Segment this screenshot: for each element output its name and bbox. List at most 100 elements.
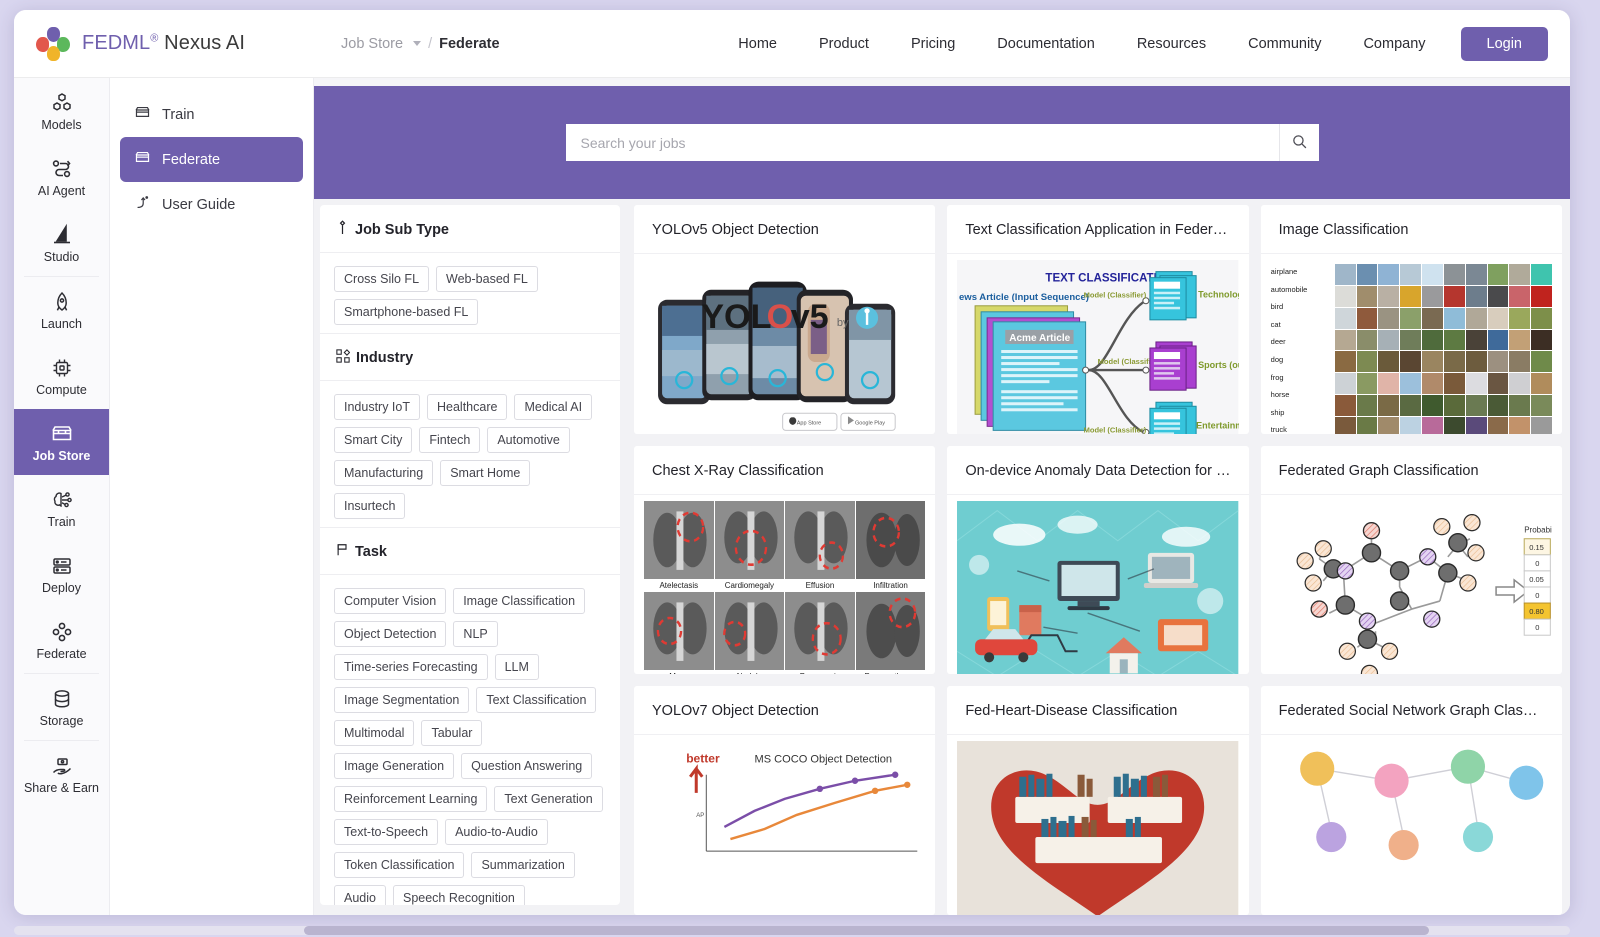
job-card[interactable]: YOLOv7 Object Detection better MS COCO O… <box>634 686 936 915</box>
filter-chips-job-sub-type: Cross Silo FL Web-based FL Smartphone-ba… <box>320 253 620 333</box>
nav-resources[interactable]: Resources <box>1116 28 1227 60</box>
nav-product[interactable]: Product <box>798 28 890 60</box>
filter-chip[interactable]: Text Classification <box>476 687 597 713</box>
nav-pricing[interactable]: Pricing <box>890 28 976 60</box>
content-area: Job Sub Type Cross Silo FL Web-based FL … <box>314 199 1570 915</box>
subnav-label-federate: Federate <box>162 151 221 168</box>
filter-chip[interactable]: Speech Recognition <box>392 885 525 905</box>
search-button[interactable] <box>1278 124 1319 161</box>
xray-image <box>644 591 714 670</box>
four-nodes-icon <box>50 620 74 644</box>
job-card[interactable]: Fed-Heart-Disease Classification <box>947 686 1249 915</box>
sidebar-label-share-earn: Share & Earn <box>23 780 100 795</box>
filter-chips-industry: Industry IoT Healthcare Medical AI Smart… <box>320 381 620 527</box>
filter-chip[interactable]: Smart City <box>334 427 413 453</box>
filter-chip[interactable]: Computer Vision <box>334 588 447 614</box>
job-card[interactable]: Image Classification airplane automobile… <box>1260 205 1562 434</box>
sidebar-item-federate[interactable]: Federate <box>14 607 109 673</box>
search-input[interactable] <box>565 124 1279 161</box>
filter-chip[interactable]: Image Classification <box>453 588 586 614</box>
job-card-title: YOLOv7 Object Detection <box>634 686 936 736</box>
job-card-thumbnail <box>957 741 1239 915</box>
filter-chip[interactable]: Industry IoT <box>334 394 420 420</box>
job-card-thumbnail: YOL O v5 by App Store Google Play <box>644 260 926 434</box>
subnav-item-train[interactable]: Train <box>120 92 303 137</box>
chevron-down-icon[interactable] <box>413 41 422 46</box>
cifar-label: deer <box>1270 337 1286 347</box>
cifar-label: bird <box>1270 302 1284 312</box>
cifar-label: ship <box>1270 407 1285 417</box>
cifar-image-grid <box>1334 264 1552 434</box>
industry-grid-icon <box>336 349 351 367</box>
nav-documentation[interactable]: Documentation <box>976 28 1116 60</box>
job-card-thumbnail <box>957 500 1239 675</box>
filter-panel: Job Sub Type Cross Silo FL Web-based FL … <box>320 205 620 905</box>
filter-chips-task: Computer Vision Image Classification Obj… <box>320 575 620 905</box>
job-card[interactable]: Chest X-Ray Classification Atelectasis C… <box>634 445 936 675</box>
filter-chip[interactable]: Reinforcement Learning <box>334 786 488 812</box>
filter-chip[interactable]: LLM <box>494 654 539 680</box>
filter-chip[interactable]: Smartphone-based FL <box>334 299 479 325</box>
nav-community[interactable]: Community <box>1227 28 1342 60</box>
xray-image <box>714 591 785 670</box>
filter-chip[interactable]: Image Generation <box>334 753 455 779</box>
filter-chip[interactable]: Text Generation <box>494 786 603 812</box>
nav-home[interactable]: Home <box>717 28 798 60</box>
filter-chip[interactable]: NLP <box>453 621 498 647</box>
sidebar-item-deploy[interactable]: Deploy <box>14 541 109 607</box>
filter-chip[interactable]: Insurtech <box>334 493 406 519</box>
filter-chip[interactable]: Time-series Forecasting <box>334 654 488 680</box>
sidebar-item-studio[interactable]: Studio <box>14 210 109 276</box>
filter-chip[interactable]: Question Answering <box>461 753 593 779</box>
job-card[interactable]: Text Classification Application in Feder… <box>947 205 1249 434</box>
sidebar-item-storage[interactable]: Storage <box>14 674 109 740</box>
filter-chip[interactable]: Cross Silo FL <box>334 266 430 292</box>
filter-chip[interactable]: Tabular <box>421 720 483 746</box>
job-card[interactable]: Federated Graph Classification Probabi 0… <box>1260 445 1562 675</box>
filter-chip[interactable]: Fintech <box>419 427 481 453</box>
horizontal-scrollbar-thumb[interactable] <box>304 926 1429 935</box>
filter-chip[interactable]: Healthcare <box>427 394 508 420</box>
filter-chip[interactable]: Audio-to-Audio <box>445 819 548 845</box>
filter-chip[interactable]: Summarization <box>471 852 575 878</box>
breadcrumb-root[interactable]: Job Store <box>341 36 403 52</box>
search-icon <box>1291 133 1308 153</box>
svg-text:v5: v5 <box>791 298 829 336</box>
filter-chip[interactable]: Token Classification <box>334 852 465 878</box>
cifar-label: automobile <box>1270 284 1308 294</box>
filter-chip[interactable]: Web-based FL <box>436 266 538 292</box>
secondary-sidebar: Train Federate User Guide <box>110 78 314 915</box>
wizard-hat-icon <box>50 223 74 247</box>
filter-title-industry: Industry <box>356 350 414 366</box>
login-button[interactable]: Login <box>1460 26 1548 61</box>
job-card[interactable]: On-device Anomaly Data Detection for Fed… <box>947 445 1249 675</box>
filter-chip[interactable]: Image Segmentation <box>334 687 470 713</box>
sidebar-item-ai-agent[interactable]: AI Agent <box>14 144 109 210</box>
brand-logo[interactable]: FEDML® Nexus AI <box>36 26 245 61</box>
xray-label: Pneumonia <box>785 670 855 675</box>
sidebar-item-share-earn[interactable]: Share & Earn <box>14 741 109 807</box>
filter-chip[interactable]: Automotive <box>487 427 570 453</box>
sidebar-item-job-store[interactable]: Job Store <box>14 409 109 475</box>
filter-chip[interactable]: Multimodal <box>334 720 415 746</box>
job-card[interactable]: YOLOv5 Object Detection YOL O v5 by App … <box>634 205 936 434</box>
subnav-item-federate[interactable]: Federate <box>120 137 303 182</box>
filter-title-job-sub-type: Job Sub Type <box>355 221 449 238</box>
svg-text:YOL: YOL <box>701 298 771 336</box>
filter-chip[interactable]: Manufacturing <box>334 460 434 486</box>
sidebar-item-launch[interactable]: Launch <box>14 277 109 343</box>
filter-chip[interactable]: Text-to-Speech <box>334 819 439 845</box>
job-card[interactable]: Federated Social Network Graph Classific… <box>1260 686 1562 915</box>
filter-chip[interactable]: Audio <box>334 885 386 905</box>
nav-company[interactable]: Company <box>1342 28 1446 60</box>
filter-chip[interactable]: Smart Home <box>440 460 531 486</box>
filter-chip[interactable]: Medical AI <box>514 394 593 420</box>
xray-label: Infiltration <box>855 579 926 591</box>
filter-chip[interactable]: Object Detection <box>334 621 447 647</box>
sidebar-item-compute[interactable]: Compute <box>14 343 109 409</box>
job-card-grid: YOLOv5 Object Detection YOL O v5 by App … <box>634 199 1570 915</box>
sidebar-item-train[interactable]: Train <box>14 475 109 541</box>
horizontal-scrollbar-track[interactable] <box>14 926 1570 935</box>
subnav-item-user-guide[interactable]: User Guide <box>120 182 303 227</box>
sidebar-item-models[interactable]: Models <box>14 78 109 144</box>
